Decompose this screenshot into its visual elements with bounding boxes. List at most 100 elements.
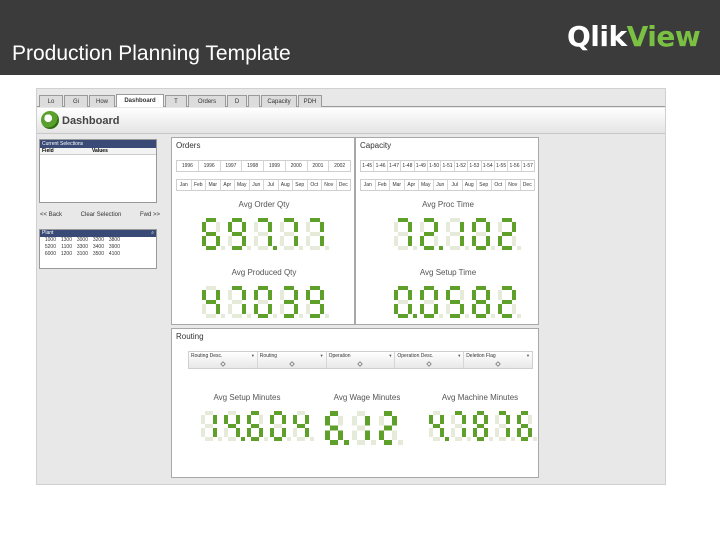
month-option[interactable]: May <box>235 180 250 190</box>
plant-value[interactable]: 1100 <box>58 244 72 251</box>
plant-value[interactable]: 3400 <box>90 244 104 251</box>
routing-multibox-column[interactable]: Routing ▼ <box>258 352 327 368</box>
capacity-month-option[interactable]: Jun <box>434 180 448 190</box>
plant-value[interactable]: 3200 <box>90 237 104 244</box>
current-selections-box[interactable]: Current Selections Field Values <box>39 139 157 203</box>
plant-value[interactable]: 1300 <box>58 237 72 244</box>
plant-row[interactable]: 6000 1200 3100 3500 4100 <box>40 251 156 258</box>
week-option[interactable]: 1-52 <box>455 161 469 171</box>
dropdown-arrow-icon[interactable]: ▼ <box>526 353 530 358</box>
week-option[interactable]: 1-47 <box>388 161 402 171</box>
capacity-month-option[interactable]: Jul <box>448 180 463 190</box>
month-option[interactable]: Nov <box>322 180 337 190</box>
clear-selection-button[interactable]: Clear Selection <box>81 212 122 218</box>
year-option[interactable]: 2002 <box>329 161 350 171</box>
plant-value[interactable]: 6000 <box>42 251 56 258</box>
tab-dashboard[interactable]: Dashboard <box>116 94 164 107</box>
lcd-segment <box>202 236 206 246</box>
plant-value[interactable]: 5200 <box>42 244 56 251</box>
week-option[interactable]: 1-45 <box>361 161 375 171</box>
routing-multibox-column[interactable]: Deletion Flag ▼ <box>464 352 532 368</box>
year-option[interactable]: 1997 <box>221 161 243 171</box>
year-option[interactable]: 2001 <box>308 161 330 171</box>
capacity-month-option[interactable]: Sep <box>477 180 492 190</box>
tab-t[interactable]: T <box>165 95 187 107</box>
plant-value[interactable]: 3000 <box>74 237 88 244</box>
plant-value[interactable]: 3300 <box>74 244 88 251</box>
week-option[interactable]: 1-54 <box>482 161 495 171</box>
lcd-segment <box>450 232 460 236</box>
week-option[interactable]: 1-46 <box>374 161 388 171</box>
week-option[interactable]: 1-49 <box>415 161 428 171</box>
routing-multibox-column[interactable]: Routing Desc. ▼ <box>189 352 258 368</box>
month-option[interactable]: Jun <box>250 180 264 190</box>
month-option[interactable]: Aug <box>279 180 293 190</box>
plant-value[interactable]: 3900 <box>106 244 120 251</box>
year-option[interactable]: 1996 <box>199 161 221 171</box>
plant-value[interactable]: 3100 <box>74 251 88 258</box>
month-option[interactable]: Sep <box>293 180 308 190</box>
plant-value[interactable]: 3800 <box>106 237 120 244</box>
capacity-month-option[interactable]: Feb <box>376 180 390 190</box>
back-button[interactable]: << Back <box>40 212 62 218</box>
month-option[interactable]: Jan <box>177 180 192 190</box>
routing-multibox-column[interactable]: Operation ▼ <box>327 352 396 368</box>
week-option[interactable]: 1-50 <box>428 161 442 171</box>
dropdown-arrow-icon[interactable]: ▼ <box>457 353 461 358</box>
forward-button[interactable]: Fwd >> <box>140 212 160 218</box>
week-option[interactable]: 1-53 <box>468 161 482 171</box>
capacity-month-listbox[interactable]: Jan Feb Mar Apr May Jun Jul Aug Sep Oct Nov Dec <box>360 179 535 191</box>
month-option[interactable]: Jul <box>264 180 279 190</box>
routing-multibox[interactable]: Routing Desc. ▼ Routing ▼ Operation ▼ Operatio… <box>188 351 533 369</box>
tab-lo[interactable]: Lo <box>39 95 63 107</box>
tab-how[interactable]: How <box>89 95 115 107</box>
search-icon[interactable]: ⌕ <box>151 230 154 237</box>
dropdown-arrow-icon[interactable]: ▼ <box>320 353 324 358</box>
plant-value[interactable]: 1200 <box>58 251 72 258</box>
week-option[interactable]: 1-51 <box>441 161 455 171</box>
lcd-segment <box>258 246 268 250</box>
tab-pdh[interactable]: PDH <box>298 95 322 107</box>
plant-listbox[interactable]: Plant ⌕ 1000 1300 3000 3200 3800 5200 1100 3300… <box>39 229 157 269</box>
week-option[interactable]: 1-57 <box>522 161 534 171</box>
month-option[interactable]: Feb <box>192 180 206 190</box>
week-option[interactable]: 1-56 <box>508 161 522 171</box>
dropdown-arrow-icon[interactable]: ▼ <box>251 353 255 358</box>
lcd-decimal-point <box>299 246 303 250</box>
month-option[interactable]: Mar <box>206 180 221 190</box>
lcd-segment <box>462 415 466 424</box>
capacity-month-option[interactable]: Aug <box>463 180 477 190</box>
tab-capacity[interactable]: Capacity <box>261 95 297 107</box>
routing-multibox-column[interactable]: Operation Desc. ▼ <box>395 352 465 368</box>
capacity-month-option[interactable]: Apr <box>405 180 419 190</box>
tab-gi[interactable]: Gi <box>64 95 88 107</box>
capacity-month-option[interactable]: Dec <box>521 180 535 190</box>
plant-row[interactable]: 5200 1100 3300 3400 3900 <box>40 244 156 251</box>
capacity-month-option[interactable]: Oct <box>492 180 506 190</box>
capacity-month-option[interactable]: Mar <box>390 180 405 190</box>
year-option[interactable]: 2000 <box>286 161 308 171</box>
plant-row[interactable]: 1000 1300 3000 3200 3800 <box>40 237 156 244</box>
year-listbox[interactable]: 1996 1996 1997 1998 1999 2000 2001 2002 <box>176 160 351 172</box>
tab-blank-7[interactable] <box>248 95 260 107</box>
capacity-month-option[interactable]: Nov <box>506 180 521 190</box>
capacity-month-option[interactable]: Jan <box>361 180 376 190</box>
month-option[interactable]: Oct <box>308 180 322 190</box>
year-option[interactable]: 1996 <box>177 161 199 171</box>
week-option[interactable]: 1-48 <box>401 161 415 171</box>
month-listbox[interactable]: Jan Feb Mar Apr May Jun Jul Aug Sep Oct Nov Dec <box>176 179 351 191</box>
tab-d[interactable]: D <box>227 95 247 107</box>
dropdown-arrow-icon[interactable]: ▼ <box>388 353 392 358</box>
lcd-decimal-point <box>310 437 314 441</box>
year-option[interactable]: 1998 <box>242 161 264 171</box>
month-option[interactable]: Apr <box>221 180 235 190</box>
month-option[interactable]: Dec <box>337 180 351 190</box>
week-option[interactable]: 1-55 <box>495 161 509 171</box>
plant-value[interactable]: 4100 <box>106 251 120 258</box>
year-option[interactable]: 1999 <box>264 161 286 171</box>
capacity-month-option[interactable]: May <box>419 180 434 190</box>
week-listbox[interactable]: 1-45 1-46 1-47 1-48 1-49 1-50 1-51 1-52 1-53 1-54… <box>360 160 535 172</box>
plant-value[interactable]: 1000 <box>42 237 56 244</box>
plant-value[interactable]: 3500 <box>90 251 104 258</box>
tab-orders[interactable]: Orders <box>188 95 226 107</box>
